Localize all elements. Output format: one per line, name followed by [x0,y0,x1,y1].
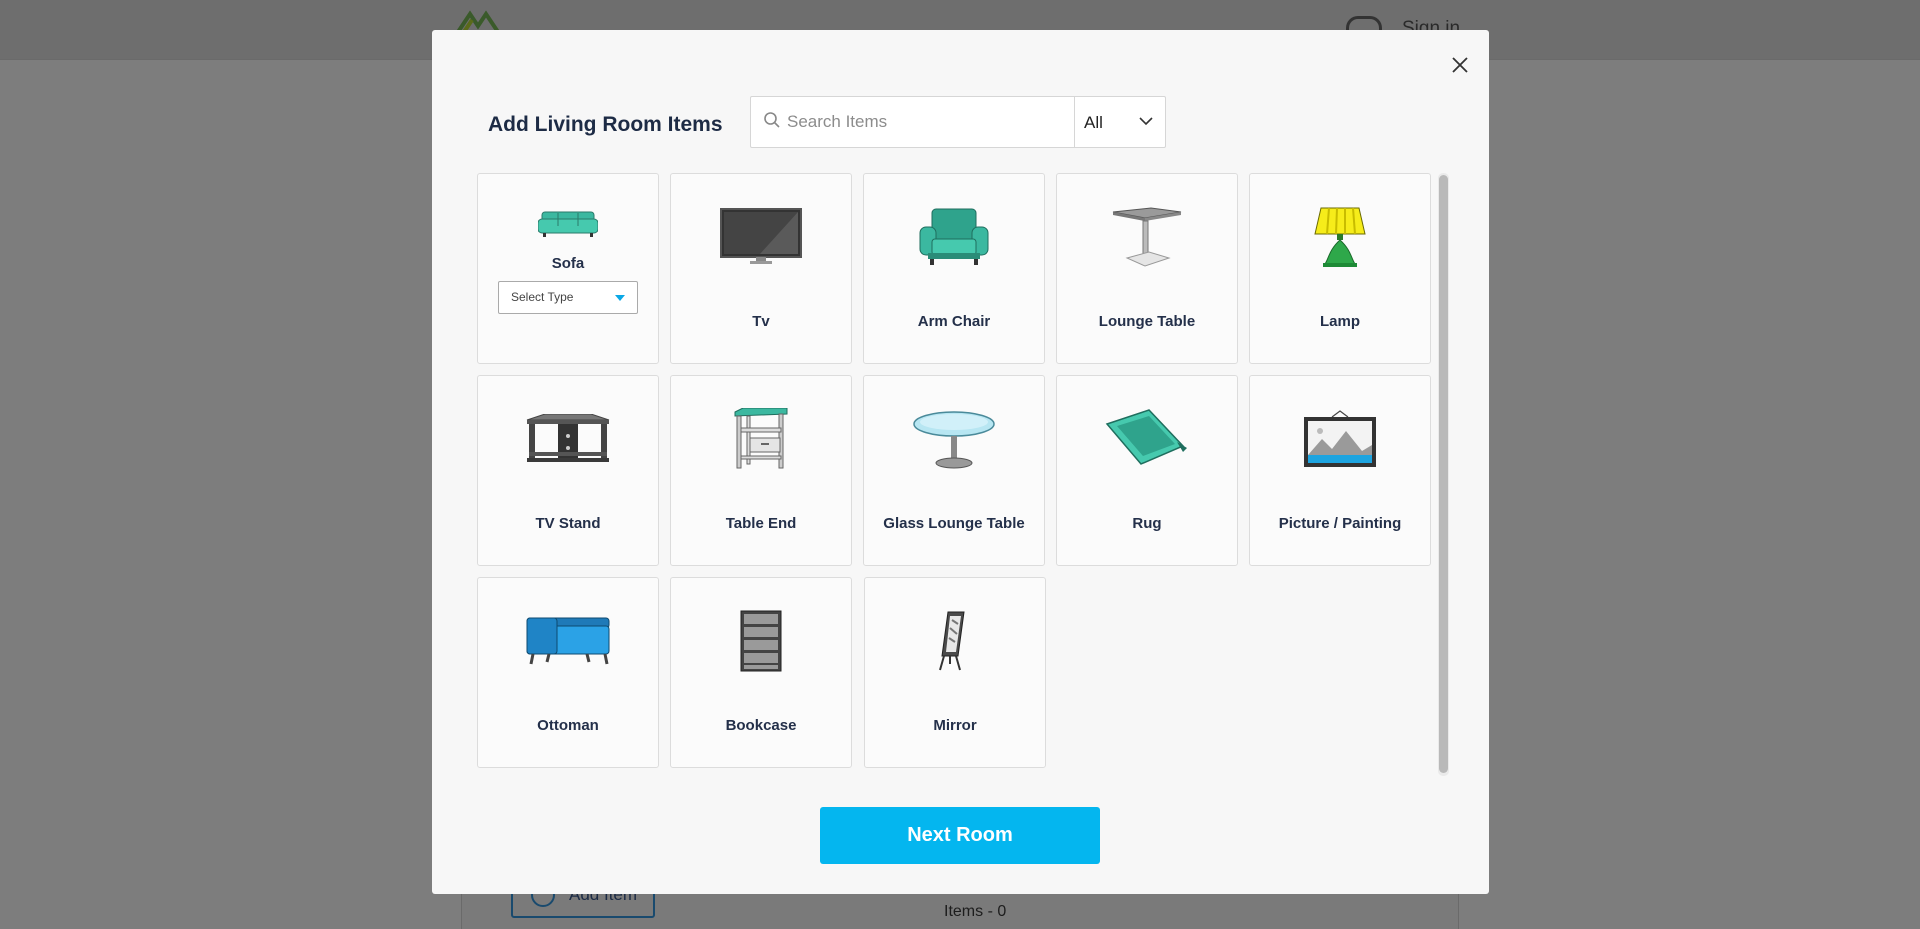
sofa-type-select[interactable]: Select Type [498,281,638,314]
item-label: TV Stand [535,515,601,532]
caret-down-icon [615,295,625,301]
modal-title: Add Living Room Items [488,113,723,136]
category-filter-select[interactable]: All [1075,97,1165,147]
item-card-mirror[interactable]: Mirror [864,577,1046,768]
items-grid: Sofa Select Type Tv Arm Chair Lounge Tab… [477,173,1467,776]
filter-value: All [1084,113,1103,132]
type-select-value: Select Type [511,290,574,304]
arm-chair-icon [919,208,989,265]
sofa-icon [538,211,598,237]
item-card-lounge-table[interactable]: Lounge Table [1056,173,1238,364]
lamp-icon [1314,207,1366,267]
next-room-button[interactable]: Next Room [820,807,1100,864]
item-card-sofa[interactable]: Sofa Select Type [477,173,659,364]
items-count: Items - 0 [944,903,1007,920]
search-icon [764,112,780,128]
item-card-picture-painting[interactable]: Picture / Painting [1249,375,1431,566]
item-card-arm-chair[interactable]: Arm Chair [863,173,1045,364]
item-card-bookcase[interactable]: Bookcase [670,577,852,768]
item-label: Mirror [933,717,977,734]
item-label: Picture / Painting [1278,515,1402,532]
search-input[interactable] [787,97,1067,147]
item-label: Tv [752,313,770,330]
item-label: Ottoman [537,717,599,734]
item-card-tv[interactable]: Tv [670,173,852,364]
search-box [751,97,1075,147]
mirror-icon [939,611,965,671]
item-card-table-end[interactable]: Table End [670,375,852,566]
item-label: Sofa [551,255,585,272]
add-items-modal: Add Living Room Items All [432,30,1489,894]
tv-icon [720,208,802,264]
bookcase-icon [740,610,782,672]
item-label: Lounge Table [1098,313,1196,330]
item-card-rug[interactable]: Rug [1056,375,1238,566]
tv-stand-icon [526,414,610,462]
chevron-down-icon [1139,117,1153,126]
table-end-icon [734,408,788,469]
close-icon[interactable] [1445,50,1475,80]
picture-painting-icon [1304,410,1376,467]
item-label: Rug [1132,515,1162,532]
rug-icon [1105,409,1187,465]
item-card-glass-lounge-table[interactable]: Glass Lounge Table [863,375,1045,566]
item-label: Lamp [1319,313,1360,330]
item-card-lamp[interactable]: Lamp [1249,173,1431,364]
item-card-tv-stand[interactable]: TV Stand [477,375,659,566]
item-label: Arm Chair [917,313,991,330]
scrollbar-thumb[interactable] [1439,175,1448,773]
search-bar: All [750,96,1166,148]
grid-scrollbar[interactable] [1438,173,1449,776]
lounge-table-icon [1112,207,1182,267]
ottoman-icon [526,617,610,665]
glass-lounge-table-icon [913,411,995,469]
item-card-ottoman[interactable]: Ottoman [477,577,659,768]
item-label: Glass Lounge Table [883,515,1025,532]
item-label: Table End [725,515,797,532]
item-label: Bookcase [725,717,797,734]
